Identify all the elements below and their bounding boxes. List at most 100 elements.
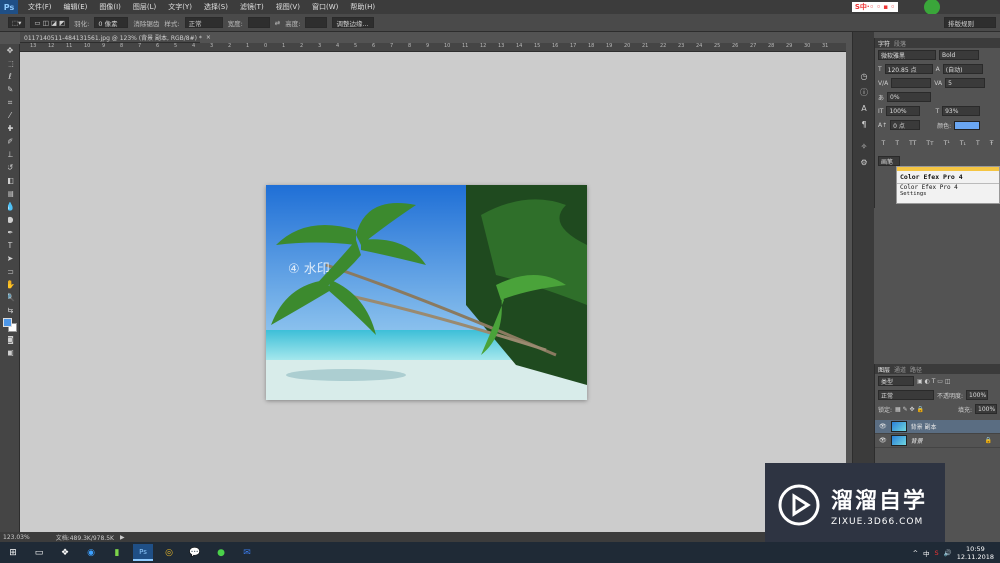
ruler-tick: 7	[390, 43, 394, 49]
sogou-tray-icon[interactable]: S	[935, 549, 939, 557]
ruler-tick: 20	[624, 43, 631, 49]
antialias-label[interactable]: 消除锯齿	[133, 18, 159, 28]
adjust-icon[interactable]: ⚙	[853, 154, 875, 170]
character-icon[interactable]: A	[853, 100, 875, 116]
brush-preset-icon[interactable]: ✧	[853, 138, 875, 154]
volume-icon[interactable]: 🔊	[944, 549, 952, 557]
layer-filter-icons[interactable]: ▣ ◐ T ▭ ◫	[917, 378, 951, 385]
tab-layers-2[interactable]: 路径	[910, 365, 922, 374]
beach-photo[interactable]: ④ 水印	[266, 185, 587, 400]
font-family-select[interactable]: 微软雅黑	[878, 50, 936, 60]
type-style-button[interactable]: Ŧ	[990, 140, 994, 147]
color-efex-popup[interactable]: Color Efex Pro 4 Color Efex Pro 4 Settin…	[896, 166, 1000, 204]
ruler-tick: 22	[660, 43, 667, 49]
visibility-eye-icon[interactable]: 👁	[879, 423, 887, 430]
tab-layers-1[interactable]: 通道	[894, 365, 906, 374]
opacity-input[interactable]: 100%	[966, 390, 989, 400]
type-style-button[interactable]: T	[882, 140, 886, 147]
baseline-input[interactable]: 0 点	[890, 120, 921, 130]
document-tab[interactable]: 0117140511-484131561.jpg @ 123% (背景 副本, …	[20, 32, 211, 43]
style-select[interactable]: 正常	[184, 17, 223, 28]
paragraph-icon[interactable]: ¶	[853, 116, 875, 132]
menu-item-6[interactable]: 滤镜(T)	[234, 2, 270, 12]
menu-item-0[interactable]: 文件(F)	[22, 2, 58, 12]
horizontal-scale-input[interactable]: 93%	[942, 106, 981, 116]
notes-icon[interactable]: ▮	[107, 544, 127, 561]
type-style-button[interactable]: T₁	[960, 140, 966, 147]
app-icon-1[interactable]: ❖	[55, 544, 75, 561]
type-style-button[interactable]: Tт	[926, 140, 933, 147]
lock-icons[interactable]: ▦ ✎ ✥ 🔒	[895, 406, 924, 413]
brush-panel-tab[interactable]: 画笔	[878, 156, 900, 166]
zoom-level[interactable]: 123.03%	[3, 534, 30, 541]
character-panel-tabs: 字符 段落	[875, 38, 1000, 48]
blend-mode-select[interactable]: 正常	[878, 390, 934, 400]
menu-item-3[interactable]: 图层(L)	[127, 2, 162, 12]
workspace-select[interactable]: 排版规则	[944, 17, 996, 28]
tray-expand-icon[interactable]: ^	[913, 549, 918, 557]
color-label: 颜色:	[937, 122, 952, 130]
close-tab-icon[interactable]: ×	[206, 34, 211, 41]
ruler-tick: 5	[174, 43, 178, 49]
type-style-button[interactable]: TT	[909, 140, 916, 147]
refine-edge-button[interactable]: 调整边缘...	[332, 17, 375, 28]
fill-input[interactable]: 100%	[975, 404, 997, 414]
visibility-eye-icon[interactable]: 👁	[879, 437, 887, 444]
task-view-icon[interactable]: ▭	[29, 544, 49, 561]
type-style-button[interactable]: T	[895, 140, 899, 147]
baseline-icon: A↑	[878, 121, 888, 129]
width-input[interactable]	[247, 17, 270, 28]
menu-item-7[interactable]: 视图(V)	[270, 2, 306, 12]
ruler-tick: 4	[336, 43, 340, 49]
tsume-input[interactable]: 0%	[887, 92, 932, 102]
layer-row-background[interactable]: 👁 背景 🔒	[875, 434, 1000, 448]
text-color-swatch[interactable]	[954, 120, 981, 130]
wechat-icon[interactable]: 💬	[185, 544, 205, 561]
font-size-icon: T	[878, 65, 882, 73]
ruler-tick: 13	[498, 43, 505, 49]
photoshop-taskbar-icon[interactable]: Ps	[133, 544, 153, 561]
leading-input[interactable]: (自动)	[942, 64, 983, 74]
tab-layers-0[interactable]: 图层	[878, 365, 890, 374]
selection-mode-icons[interactable]: ▭ ◫ ◪ ◩	[30, 17, 70, 28]
menu-item-5[interactable]: 选择(S)	[198, 2, 234, 12]
marquee-icon[interactable]: ⬚▾	[8, 17, 26, 28]
profile-badge-icon[interactable]	[924, 0, 940, 15]
layer-filter-select[interactable]: 类型	[878, 376, 914, 386]
type-style-button[interactable]: T	[976, 140, 980, 147]
height-input[interactable]	[305, 17, 328, 28]
menu-item-4[interactable]: 文字(Y)	[162, 2, 198, 12]
font-style-select[interactable]: Bold	[939, 50, 979, 60]
start-windows-icon[interactable]: ⊞	[3, 544, 23, 561]
history-icon[interactable]: ◷	[853, 68, 875, 84]
color-efex-settings[interactable]: Settings	[897, 191, 999, 197]
foreground-color[interactable]	[3, 318, 12, 327]
ruler-tick: 17	[570, 43, 577, 49]
menu-item-1[interactable]: 编辑(E)	[58, 2, 94, 12]
tab-character[interactable]: 字符	[878, 39, 890, 48]
vertical-scale-input[interactable]: 100%	[886, 106, 921, 116]
ruler-tick: 12	[480, 43, 487, 49]
tracking-input[interactable]: 5	[945, 78, 986, 88]
kerning-input[interactable]	[891, 78, 932, 88]
clock[interactable]: 10:59 12.11.2018	[957, 545, 994, 561]
type-style-button[interactable]: T¹	[944, 140, 950, 147]
layer-row-background-copy[interactable]: 👁 背景 副本	[875, 420, 1000, 434]
browser-icon[interactable]: ◉	[81, 544, 101, 561]
doc-info[interactable]: 文档:489.3K/978.5K	[56, 533, 114, 542]
app-icon-blue[interactable]: ✉	[237, 544, 257, 561]
menu-item-9[interactable]: 帮助(H)	[344, 2, 381, 12]
chrome-icon[interactable]: ◎	[159, 544, 179, 561]
font-size-input[interactable]: 120.85 点	[884, 64, 933, 74]
status-arrow-icon[interactable]: ▶	[120, 534, 125, 541]
swap-icon[interactable]: ⇄	[275, 19, 280, 27]
layer-thumbnail	[890, 435, 907, 446]
feather-input[interactable]: 0 像素	[94, 17, 129, 28]
info-icon[interactable]: ⓘ	[853, 84, 875, 100]
menu-item-8[interactable]: 窗口(W)	[306, 2, 344, 12]
app-icon-green[interactable]: ●	[211, 544, 231, 561]
language-indicator[interactable]: 中	[923, 548, 930, 558]
sogou-ime-icon[interactable]: S中·◦ ◦ ▪ ◦	[851, 2, 898, 12]
tab-paragraph[interactable]: 段落	[894, 39, 906, 48]
menu-item-2[interactable]: 图像(I)	[93, 2, 127, 12]
